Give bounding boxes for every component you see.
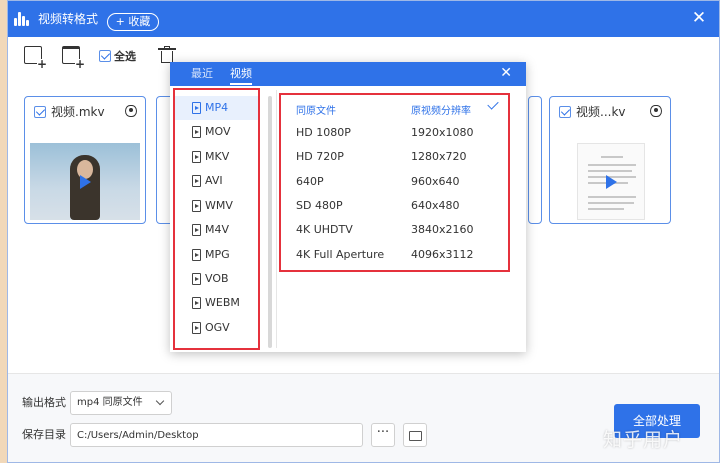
file-name: 视频.mkv (51, 105, 105, 119)
more-options-button[interactable]: ··· (371, 423, 395, 447)
save-dir-label: 保存目录 (22, 428, 66, 441)
highlight-resolution-list (279, 93, 510, 272)
add-file-icon[interactable]: + (24, 46, 47, 70)
popup-header: 最近 视频 ✕ (170, 62, 526, 86)
preview-eye-icon[interactable] (650, 105, 662, 117)
watermark: 知乎用户 (603, 429, 684, 451)
favorite-button[interactable]: + 收藏 (107, 13, 159, 31)
tab-video[interactable]: 视频 (230, 67, 252, 85)
file-name: 视频...kv (576, 105, 626, 119)
save-dir-input[interactable] (70, 423, 363, 447)
close-window-icon[interactable]: ✕ (691, 10, 707, 27)
close-popup-icon[interactable]: ✕ (500, 66, 512, 80)
open-folder-button[interactable] (403, 423, 427, 447)
checkbox-checked-icon (99, 50, 111, 62)
output-format-select[interactable]: mp4 同原文件 (70, 391, 172, 415)
file-card[interactable]: 视频.mkv (24, 96, 146, 224)
file-card-partial[interactable] (528, 96, 542, 224)
play-icon[interactable] (606, 174, 617, 189)
highlight-format-list (173, 88, 260, 350)
format-list-scrollbar[interactable] (268, 96, 272, 348)
output-format-label: 输出格式 (22, 396, 66, 409)
app-title: 视频转格式 (38, 12, 99, 26)
video-thumbnail (30, 143, 140, 220)
folder-icon (409, 431, 422, 441)
file-checkbox[interactable] (559, 106, 571, 118)
tab-recent[interactable]: 最近 (191, 67, 213, 81)
document-thumbnail (577, 143, 645, 220)
preview-eye-icon[interactable] (125, 105, 137, 117)
output-format-value: mp4 同原文件 (77, 397, 143, 408)
app-logo-icon (14, 12, 32, 26)
play-icon[interactable] (80, 174, 91, 189)
divider (276, 90, 277, 348)
add-folder-icon[interactable]: + (62, 46, 85, 70)
select-all-label: 全选 (114, 50, 136, 63)
file-card[interactable]: 视频...kv (549, 96, 671, 224)
title-bar: 视频转格式 + 收藏 ✕ (8, 1, 719, 37)
chevron-down-icon (155, 396, 165, 406)
background-window-edge (0, 0, 7, 463)
select-all-checkbox[interactable]: 全选 (99, 48, 136, 63)
file-checkbox[interactable] (34, 106, 46, 118)
